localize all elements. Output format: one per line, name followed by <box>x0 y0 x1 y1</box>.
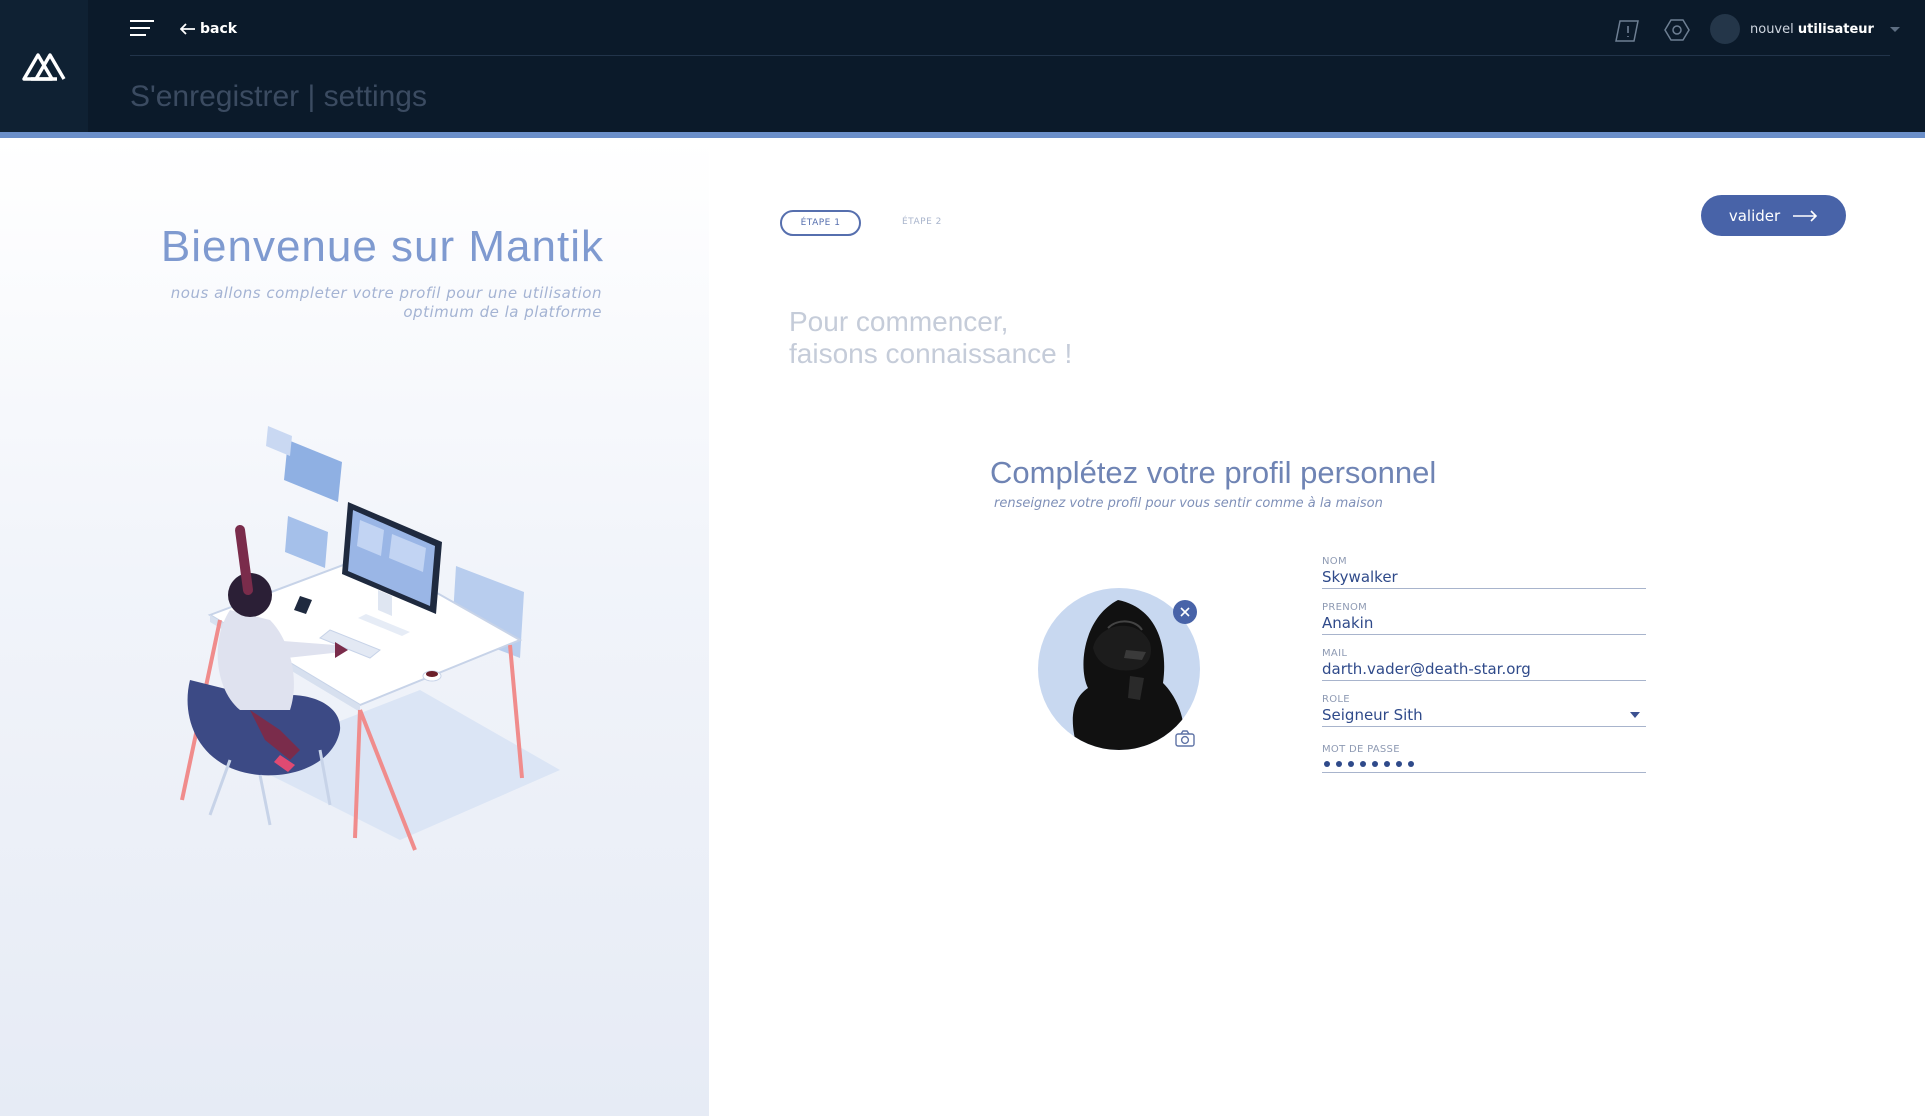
welcome-subtitle: nous allons completer votre profil pour … <box>170 284 602 321</box>
chevron-down-icon <box>1889 26 1900 32</box>
nom-input[interactable]: Skywalker <box>1322 568 1646 588</box>
role-label: ROLE <box>1322 694 1350 705</box>
mantik-logo-icon <box>22 53 66 81</box>
mail-input[interactable]: darth.vader@death-star.org <box>1322 660 1646 680</box>
password-mask-dot <box>1372 761 1378 767</box>
chevron-down-icon[interactable] <box>1630 712 1640 718</box>
welcome-title: Bienvenue sur Mantik <box>160 222 604 271</box>
header-divider <box>130 55 1890 56</box>
nom-field[interactable]: NOM Skywalker <box>1322 556 1646 589</box>
password-mask-dot <box>1408 761 1414 767</box>
step-1-tab[interactable]: ÉTAPE 1 <box>780 210 861 236</box>
role-select[interactable]: ROLE Seigneur Sith <box>1322 694 1646 727</box>
close-icon <box>1180 607 1190 617</box>
mail-label: MAIL <box>1322 648 1348 659</box>
nom-label: NOM <box>1322 556 1347 567</box>
intro-heading: Pour commencer, faisons connaissance ! <box>789 306 1073 369</box>
arrow-right-icon <box>1793 209 1818 222</box>
back-button[interactable]: back <box>180 21 237 37</box>
role-value[interactable]: Seigneur Sith <box>1322 706 1646 726</box>
camera-icon[interactable] <box>1175 730 1195 748</box>
workspace-illustration <box>180 426 560 851</box>
avatar <box>1710 14 1740 44</box>
mail-field[interactable]: MAIL darth.vader@death-star.org <box>1322 648 1646 681</box>
password-label: MOT DE PASSE <box>1322 744 1400 755</box>
prenom-field[interactable]: PRENOM Anakin <box>1322 602 1646 635</box>
settings-hexagon-icon[interactable] <box>1663 17 1691 43</box>
password-input[interactable] <box>1322 755 1646 772</box>
password-mask-dot <box>1348 761 1354 767</box>
back-label: back <box>200 21 238 37</box>
password-mask-dot <box>1360 761 1366 767</box>
logo-container[interactable] <box>0 0 88 132</box>
prenom-input[interactable]: Anakin <box>1322 614 1646 634</box>
arrow-left-icon <box>180 23 195 35</box>
password-field[interactable]: MOT DE PASSE <box>1322 744 1646 773</box>
password-mask-dot <box>1384 761 1390 767</box>
password-mask-dot <box>1336 761 1342 767</box>
app-header: back nouvel utilisateur S'enregistrer | … <box>0 0 1925 132</box>
validate-button[interactable]: valider <box>1701 195 1846 236</box>
hamburger-menu-icon[interactable] <box>130 20 154 40</box>
password-mask-dot <box>1324 761 1330 767</box>
password-mask-dot <box>1396 761 1402 767</box>
step-2-tab[interactable]: ÉTAPE 2 <box>902 217 942 227</box>
user-label: nouvel utilisateur <box>1750 21 1874 37</box>
remove-photo-button[interactable] <box>1173 600 1197 624</box>
validate-label: valider <box>1728 206 1781 225</box>
profile-title: Complétez votre profil personnel <box>990 455 1437 490</box>
notification-flag-icon[interactable] <box>1612 17 1640 43</box>
prenom-label: PRENOM <box>1322 602 1368 613</box>
page-title: S'enregistrer | settings <box>130 80 427 113</box>
user-menu[interactable]: nouvel utilisateur <box>1710 14 1900 44</box>
profile-subtitle: renseignez votre profil pour vous sentir… <box>994 496 1383 511</box>
